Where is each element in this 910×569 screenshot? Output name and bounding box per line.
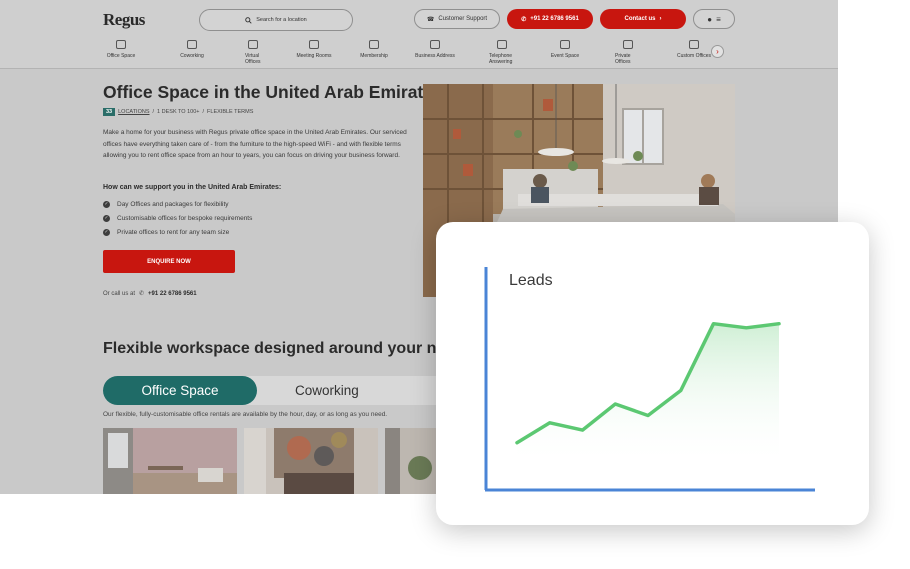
- nav-item-meeting-rooms[interactable]: Meeting Rooms: [261, 40, 367, 65]
- enquire-now-button[interactable]: ENQUIRE NOW: [103, 250, 235, 273]
- leads-chart-card: Leads: [436, 222, 869, 525]
- workspace-heading: Flexible workspace designed around your …: [103, 340, 446, 357]
- nav-label: Telephone Answering: [489, 53, 513, 65]
- membership-icon: [369, 40, 379, 49]
- headset-icon: ☎: [426, 16, 435, 23]
- list-item-label: Day Offices and packages for flexibility: [117, 200, 229, 208]
- search-placeholder: Search for a location: [256, 17, 307, 23]
- nav-label: Event Space: [550, 53, 580, 59]
- list-item-label: Private offices to rent for any team siz…: [117, 228, 230, 236]
- call-us-line: Or call us at ✆ +91 22 6786 9561: [103, 290, 197, 298]
- search-icon: [245, 16, 252, 24]
- nav-label: Custom Offices: [676, 53, 712, 59]
- nav-label: Private Offices: [615, 53, 631, 65]
- chart-title: Leads: [509, 272, 553, 289]
- nav-item-coworking[interactable]: Coworking: [139, 40, 245, 65]
- phone-label: +91 22 6786 9561: [530, 16, 579, 22]
- globe-icon: [430, 40, 440, 49]
- nav-label: Business Address: [415, 53, 455, 59]
- event-icon: [560, 40, 570, 49]
- nav-label: Meeting Rooms: [296, 53, 332, 59]
- nav-item-virtual-offices[interactable]: Virtual Offices: [245, 40, 261, 65]
- office-icon: [116, 40, 126, 49]
- terms-label: FLEXIBLE TERMS: [207, 109, 254, 115]
- chevron-right-icon: ›: [659, 16, 662, 22]
- locations-count: 33: [103, 108, 116, 116]
- menu-icon: ≡: [716, 14, 721, 24]
- shield-icon: [623, 40, 633, 49]
- page-title: Office Space in the United Arab Emirates…: [103, 82, 448, 103]
- office-card-image[interactable]: [103, 428, 237, 494]
- coworking-card-image[interactable]: [244, 428, 378, 494]
- meeting-room-icon: [309, 40, 319, 49]
- phone-icon: ✆: [139, 291, 145, 297]
- check-icon: ✓: [103, 200, 110, 208]
- nav-label: Office Space: [106, 53, 136, 59]
- workspace-description: Our flexible, fully-customisable office …: [103, 411, 388, 418]
- tag-separator: /: [202, 109, 205, 115]
- chevron-right-icon: ›: [716, 47, 719, 56]
- phone-icon: ✆: [521, 16, 527, 23]
- search-input[interactable]: Search for a location: [199, 9, 353, 31]
- account-menu-button[interactable]: ● ≡: [693, 9, 735, 29]
- desk-label: 1 DESK TO 100+: [157, 109, 200, 115]
- benefits-list: ✓ Day Offices and packages for flexibilit…: [103, 197, 252, 239]
- page-title-text: Office Space in the United Arab Emirates: [103, 82, 443, 102]
- customer-support-button[interactable]: ☎ Customer Support: [414, 9, 500, 29]
- support-heading: How can we support you in the United Ara…: [103, 184, 282, 191]
- nav-next-button[interactable]: ›: [711, 45, 724, 58]
- headset-icon: [497, 40, 507, 49]
- tag-separator: /: [152, 109, 155, 115]
- contact-us-label: Contact us: [624, 16, 656, 22]
- nav-item-office-space[interactable]: Office Space: [103, 40, 139, 65]
- check-icon: ✓: [103, 214, 110, 222]
- coworking-icon: [187, 40, 197, 49]
- tools-icon: [689, 40, 699, 49]
- category-nav: Office Space Coworking Virtual Offices M…: [103, 40, 747, 65]
- list-item-label: Customisable offices for bespoke require…: [117, 214, 253, 222]
- list-item: ✓ Private offices to rent for any team si…: [103, 225, 252, 239]
- nav-label: Coworking: [180, 53, 204, 59]
- tab-office-space[interactable]: Office Space: [103, 376, 257, 405]
- summary-tags: 33 LOCATIONS / 1 DESK TO 100+ / FLEXIBLE…: [103, 108, 253, 116]
- list-item: ✓ Day Offices and packages for flexibilit…: [103, 197, 252, 211]
- nav-item-membership[interactable]: Membership: [360, 40, 388, 65]
- site-header: Regus Search for a location ☎ Customer S…: [0, 0, 838, 69]
- contact-us-button[interactable]: Contact us ›: [600, 9, 686, 29]
- locations-label[interactable]: LOCATIONS: [118, 109, 149, 115]
- leads-chart: [484, 267, 815, 492]
- nav-label: Virtual Offices: [245, 53, 261, 65]
- tab-coworking[interactable]: Coworking: [295, 376, 359, 405]
- phone-button[interactable]: ✆ +91 22 6786 9561: [507, 9, 593, 29]
- intro-text: Make a home for your business with Regus…: [103, 129, 407, 159]
- regus-logo[interactable]: Regus: [103, 10, 145, 30]
- list-item: ✓ Customisable offices for bespoke requir…: [103, 211, 252, 225]
- nav-item-private-offices[interactable]: Private Offices: [615, 40, 641, 65]
- user-icon: ●: [707, 14, 713, 24]
- nav-item-custom-offices[interactable]: Custom Offices: [641, 40, 747, 65]
- nav-item-event-space[interactable]: Event Space: [515, 40, 615, 65]
- call-us-label: Or call us at: [103, 290, 136, 297]
- nav-item-business-address[interactable]: Business Address: [381, 40, 489, 65]
- call-us-number[interactable]: +91 22 6786 9561: [148, 291, 197, 297]
- leads-area: [517, 323, 779, 466]
- virtual-office-icon: [248, 40, 258, 49]
- check-icon: ✓: [103, 228, 110, 236]
- customer-support-label: Customer Support: [438, 16, 488, 22]
- nav-item-telephone-answering[interactable]: Telephone Answering: [489, 40, 515, 65]
